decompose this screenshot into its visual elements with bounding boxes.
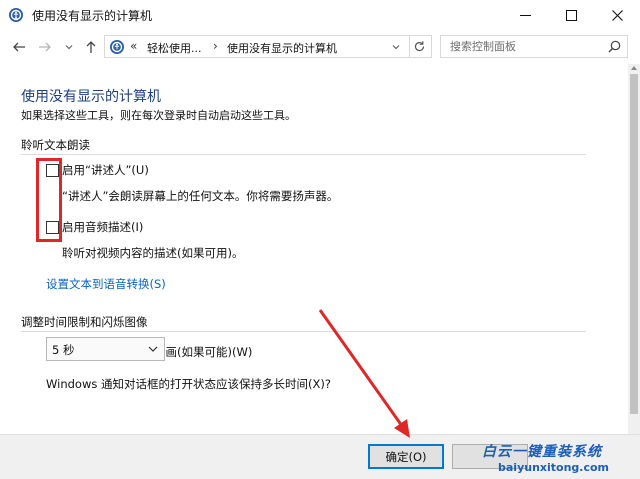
forward-button[interactable] [36,38,54,56]
window-title: 使用没有显示的计算机 [32,9,153,23]
notification-duration-select[interactable]: 5 秒 [46,337,165,361]
address-bar[interactable]: « 轻松使用... › 使用没有显示的计算机 [104,35,410,58]
maximize-icon [565,9,577,21]
recent-locations-button[interactable] [60,38,78,56]
up-button[interactable] [82,38,100,56]
breadcrumb-separator[interactable]: › [213,39,218,53]
navigation-bar: « 轻松使用... › 使用没有显示的计算机 [0,30,640,64]
chevron-down-icon [65,45,73,50]
vertical-scrollbar[interactable] [628,64,640,434]
breadcrumb-overflow[interactable]: « [130,39,137,53]
address-dropdown-button[interactable] [386,35,406,58]
chevron-down-icon [392,44,400,49]
section-divider [21,331,586,332]
content-area: 使用没有显示的计算机 如果选择这些工具，则在每次登录时自动启动这些工具。 聆听文… [0,64,628,434]
ease-of-access-icon [9,8,23,22]
minimize-icon [519,14,531,16]
section-title-narration: 聆听文本朗读 [21,138,90,152]
watermark-text-cn: 白云一键重装系统 [482,444,602,460]
search-input[interactable] [441,36,601,57]
page-title: 使用没有显示的计算机 [21,89,161,105]
scrollbar-thumb[interactable] [630,74,638,414]
title-bar: 使用没有显示的计算机 [0,0,640,30]
arrow-up-icon [86,41,96,53]
narrator-label[interactable]: 启用“讲述人”(U) [62,162,149,178]
back-button[interactable] [10,38,28,56]
search-box[interactable] [440,35,628,58]
refresh-icon [414,41,425,52]
arrow-left-icon [13,42,25,52]
arrow-right-icon [39,42,51,52]
search-icon[interactable] [608,40,621,53]
breadcrumb-item-ease-of-access[interactable]: 轻松使用... [147,40,202,56]
narrator-description: “讲述人”会朗读屏幕上的任何文本。你将需要扬声器。 [62,189,339,203]
audio-description-text: 聆听对视频内容的描述(如果可用)。 [62,246,244,260]
section-title-timing: 调整时间限制和闪烁图像 [21,315,148,329]
breadcrumb-item-current[interactable]: 使用没有显示的计算机 [227,40,337,56]
minimize-button[interactable] [502,0,548,30]
annotation-highlight-box [36,158,62,242]
text-to-speech-link[interactable]: 设置文本到语音转换(S) [46,276,166,292]
close-icon [611,9,623,21]
notification-duration-question: Windows 通知对话框的打开状态应该保持多长时间(X)? [46,377,331,391]
close-button[interactable] [594,0,640,30]
watermark-text-en: baiyunxitong.com [498,461,610,474]
scroll-up-icon[interactable] [631,66,637,70]
audio-description-label[interactable]: 启用音频描述(I) [62,219,143,235]
watermark-logo: 白云一键重装系统 baiyunxitong.com [476,441,636,479]
maximize-button[interactable] [548,0,594,30]
page-subtitle: 如果选择这些工具，则在每次登录时自动启动这些工具。 [21,109,296,122]
ok-button[interactable]: 确定(O) [368,444,444,469]
section-divider [21,154,586,155]
chevron-down-icon [148,346,158,352]
notification-duration-value: 5 秒 [52,343,75,357]
ease-of-access-icon [110,40,124,54]
refresh-button[interactable] [408,35,432,58]
